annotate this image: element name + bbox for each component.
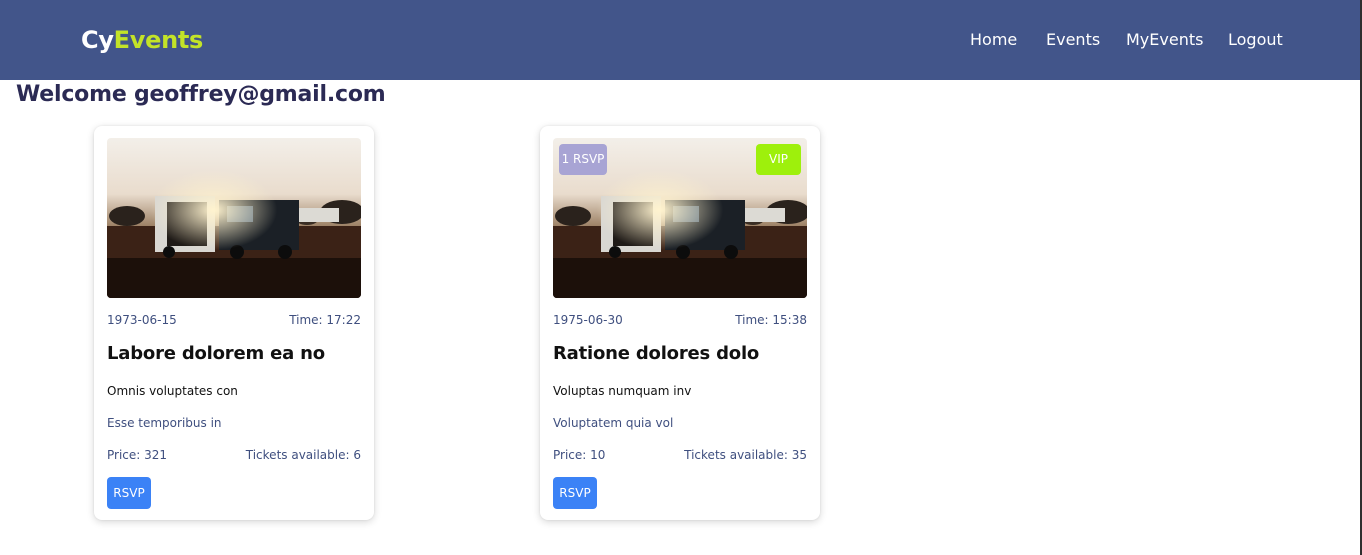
event-title: Labore dolorem ea no xyxy=(107,343,325,364)
vip-badge: VIP xyxy=(756,144,801,175)
rsvp-button[interactable]: RSVP xyxy=(107,477,151,509)
event-time: Time: 17:22 xyxy=(289,313,361,327)
event-card: 1973-06-15 Time: 17:22 Labore dolorem ea… xyxy=(94,126,374,520)
brand-suffix: Events xyxy=(113,26,204,54)
event-card: 1 RSVP VIP 1975-06-30 Time: 15:38 Ration… xyxy=(540,126,820,520)
brand-logo[interactable]: CyEvents xyxy=(81,26,203,54)
event-tickets: Tickets available: 35 xyxy=(684,448,807,462)
event-time: Time: 15:38 xyxy=(735,313,807,327)
event-date: 1973-06-15 xyxy=(107,313,177,327)
event-price: Price: 10 xyxy=(553,448,606,462)
event-image xyxy=(107,138,361,298)
event-description: Omnis voluptates con xyxy=(107,384,238,398)
event-subtitle: Esse temporibus in xyxy=(107,416,222,430)
event-date: 1975-06-30 xyxy=(553,313,623,327)
nav-myevents-link[interactable]: MyEvents xyxy=(1126,30,1203,50)
rsvp-count-badge: 1 RSVP xyxy=(559,144,607,175)
nav-home-link[interactable]: Home xyxy=(970,30,1017,50)
event-title: Ratione dolores dolo xyxy=(553,343,760,364)
nav-events-link[interactable]: Events xyxy=(1046,30,1100,50)
event-subtitle: Voluptatem quia vol xyxy=(553,416,674,430)
event-description: Voluptas numquam inv xyxy=(553,384,692,398)
rsvp-button[interactable]: RSVP xyxy=(553,477,597,509)
nav-logout-link[interactable]: Logout xyxy=(1228,30,1283,50)
event-tickets: Tickets available: 6 xyxy=(245,448,361,462)
navbar: CyEvents Home Events MyEvents Logout xyxy=(0,0,1360,80)
event-price: Price: 321 xyxy=(107,448,168,462)
welcome-heading: Welcome geoffrey@gmail.com xyxy=(16,82,386,107)
brand-prefix: Cy xyxy=(81,26,114,54)
